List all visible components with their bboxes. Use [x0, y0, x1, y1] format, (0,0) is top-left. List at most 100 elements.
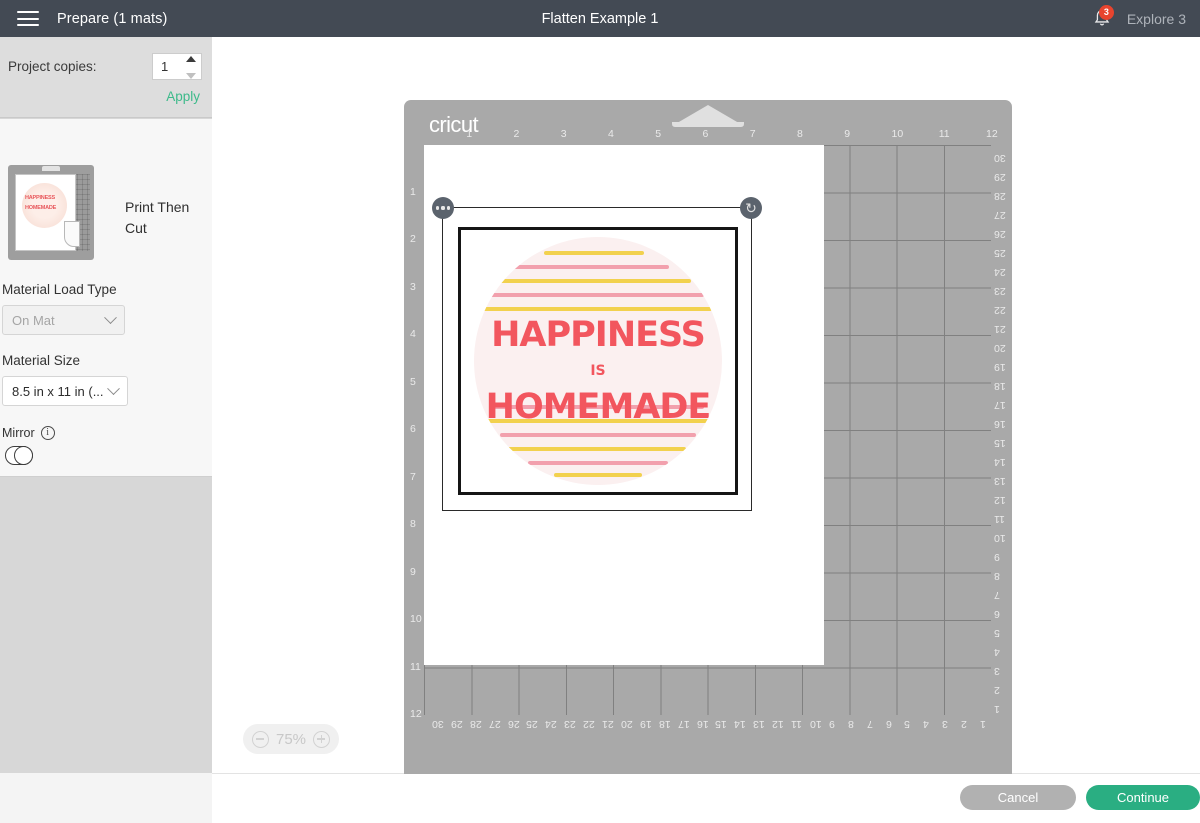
- ruler-bottom-tick: 9: [829, 718, 835, 730]
- ruler-right-tick: 24: [994, 266, 1006, 278]
- machine-selector[interactable]: Explore 3: [1127, 11, 1186, 27]
- ruler-right-tick: 4: [994, 646, 1000, 658]
- info-icon[interactable]: i: [41, 426, 55, 440]
- ruler-right-tick: 21: [994, 323, 1006, 335]
- ruler-bottom-tick: 5: [904, 718, 910, 730]
- ruler-top-tick: 10: [892, 128, 904, 140]
- ruler-right-tick: 8: [994, 570, 1000, 582]
- ruler-bottom-tick: 27: [489, 718, 501, 730]
- artwork-connector: IS: [474, 363, 722, 379]
- ruler-bottom-tick: 16: [697, 718, 709, 730]
- mat-canvas: 75% cricut 123456789101112 1234567891011…: [212, 37, 1200, 774]
- continue-button[interactable]: Continue: [1086, 785, 1200, 810]
- ruler-bottom-tick: 24: [545, 718, 557, 730]
- ruler-bottom-tick: 18: [659, 718, 671, 730]
- zoom-out-icon[interactable]: [252, 731, 269, 748]
- ruler-bottom-tick: 23: [564, 718, 576, 730]
- ruler-right-tick: 29: [994, 171, 1006, 183]
- stepper-down-icon[interactable]: [186, 73, 196, 79]
- material-size-value: 8.5 in x 11 in (...: [12, 384, 104, 399]
- artwork-dash: [490, 293, 704, 297]
- ruler-bottom-tick: 28: [470, 718, 482, 730]
- ruler-bottom-tick: 21: [602, 718, 614, 730]
- ruler-left-tick: 9: [410, 566, 416, 578]
- project-copies-input[interactable]: [153, 54, 183, 79]
- mat-thumbnail[interactable]: HAPPINESS HOMEMADE: [8, 165, 94, 260]
- ruler-right-tick: 14: [994, 456, 1006, 468]
- ruler-right-tick: 2: [994, 684, 1000, 696]
- ruler-bottom-tick: 30: [432, 718, 444, 730]
- ruler-bottom-tick: 11: [791, 718, 802, 730]
- ruler-right-tick: 18: [994, 380, 1006, 392]
- mirror-toggle-knob: [14, 446, 33, 465]
- artwork-line1: HAPPINESS: [474, 315, 722, 355]
- ruler-right-tick: 22: [994, 304, 1006, 316]
- ruler-left-tick: 7: [410, 471, 416, 483]
- rotate-handle[interactable]: ↻: [740, 197, 762, 219]
- project-copies-row: Project copies:: [8, 53, 202, 80]
- footer-bar: Cancel Continue: [212, 774, 1200, 823]
- ruler-bottom-tick: 22: [583, 718, 595, 730]
- ruler-right-tick: 17: [994, 399, 1006, 411]
- notifications-button[interactable]: 3: [1091, 7, 1113, 31]
- cutting-mat[interactable]: cricut 123456789101112 123456789101112 3…: [404, 100, 1012, 792]
- stepper-up-icon[interactable]: [186, 56, 196, 62]
- ruler-bottom-tick: 2: [961, 718, 967, 730]
- rotate-icon: ↻: [745, 201, 757, 215]
- artwork-dash: [528, 461, 668, 465]
- mirror-label: Mirror: [2, 426, 35, 440]
- ruler-bottom-tick: 3: [942, 718, 948, 730]
- material-load-type-label: Material Load Type: [2, 282, 117, 297]
- hamburger-menu-icon[interactable]: [17, 11, 39, 26]
- project-copies-label: Project copies:: [8, 59, 97, 74]
- ruler-top-tick: 3: [561, 128, 567, 140]
- ruler-bottom-tick: 6: [886, 718, 892, 730]
- left-sidebar: Project copies: Apply HAPPINESS HOMEMADE…: [0, 37, 212, 823]
- cancel-button[interactable]: Cancel: [960, 785, 1076, 810]
- ruler-bottom-tick: 20: [621, 718, 633, 730]
- chevron-down-icon: [104, 311, 117, 324]
- mirror-toggle[interactable]: [5, 446, 33, 465]
- material-size-select[interactable]: 8.5 in x 11 in (...: [2, 376, 128, 406]
- ruler-right-tick: 23: [994, 285, 1006, 297]
- ruler-left-tick: 1: [410, 186, 416, 198]
- ruler-left-tick: 6: [410, 423, 416, 435]
- thumbnail-page-curl-icon: [64, 221, 80, 247]
- sidebar-footer: [0, 773, 212, 823]
- ruler-right-tick: 15: [994, 437, 1006, 449]
- stepper-arrows[interactable]: [186, 56, 197, 79]
- apply-button[interactable]: Apply: [166, 89, 200, 104]
- more-options-handle[interactable]: [432, 197, 454, 219]
- ruler-right-tick: 10: [994, 532, 1006, 544]
- top-bar: Prepare (1 mats) Flatten Example 1 3 Exp…: [0, 0, 1200, 37]
- zoom-in-icon[interactable]: [313, 731, 330, 748]
- ruler-left-tick: 8: [410, 518, 416, 530]
- thumbnail-art-line2: HOMEMADE: [25, 205, 56, 211]
- ruler-right-tick: 13: [994, 475, 1006, 487]
- artwork-dash: [496, 279, 691, 283]
- material-load-type-select[interactable]: On Mat: [2, 305, 125, 335]
- ruler-right-tick: 16: [994, 418, 1006, 430]
- ruler-right-tick: 1: [994, 703, 1000, 715]
- notification-badge: 3: [1099, 5, 1114, 20]
- ruler-bottom-tick: 7: [867, 718, 873, 730]
- ruler-right-tick: 6: [994, 608, 1000, 620]
- zoom-controls: 75%: [243, 724, 339, 754]
- ruler-top-tick: 9: [844, 128, 850, 140]
- ruler-right-tick: 3: [994, 665, 1000, 677]
- ruler-top-tick: 7: [750, 128, 756, 140]
- project-copies-stepper[interactable]: [152, 53, 202, 80]
- chevron-down-icon: [107, 382, 120, 395]
- ruler-bottom-tick: 14: [734, 718, 746, 730]
- artwork-dash: [554, 473, 642, 477]
- selection-frame[interactable]: ↻ HAPPINESS IS HOMEMADE: [442, 207, 752, 511]
- ruler-right-tick: 28: [994, 190, 1006, 202]
- ruler-bottom-tick: 25: [526, 718, 538, 730]
- ruler-bottom-tick: 10: [810, 718, 822, 730]
- ruler-bottom-tick: 17: [678, 718, 690, 730]
- artwork-frame: HAPPINESS IS HOMEMADE: [458, 227, 738, 495]
- ruler-left-tick: 11: [410, 661, 421, 673]
- ruler-bottom-tick: 1: [980, 718, 986, 730]
- material-load-type-value: On Mat: [12, 313, 55, 328]
- mirror-row: Mirror i: [2, 426, 55, 440]
